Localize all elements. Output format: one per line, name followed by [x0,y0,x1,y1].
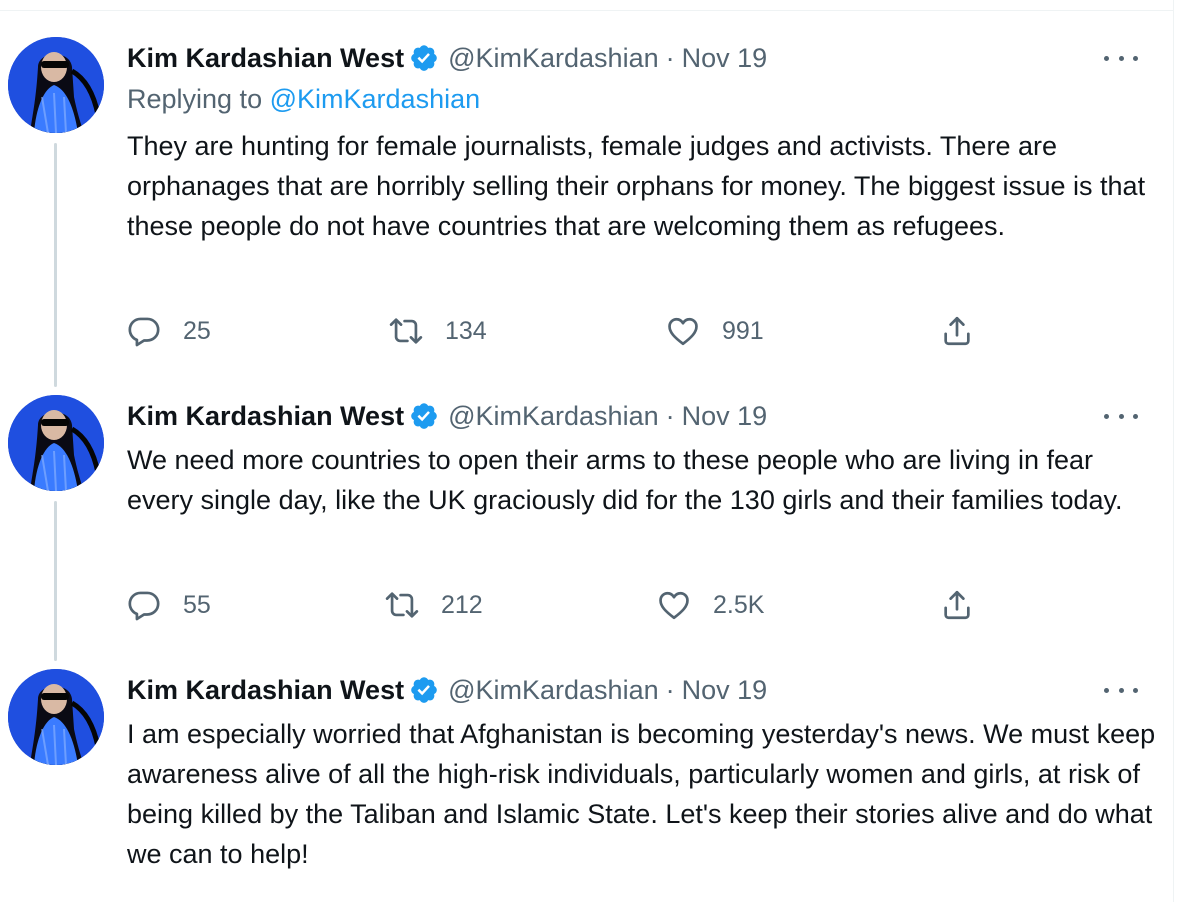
verified-badge-icon [411,45,437,71]
reply-icon [128,591,160,621]
like-count: 2.5K [713,590,765,619]
like-icon [668,317,698,346]
tweet[interactable]: Kim Kardashian West @KimKardashian · Nov… [0,0,1174,380]
more-options-icon[interactable] [1104,406,1138,426]
profile-avatar[interactable] [8,37,104,133]
retweet-count: 212 [441,590,483,619]
author-handle[interactable]: @KimKardashian [448,401,659,432]
verified-badge-icon [411,403,437,429]
tweet-actions: 55 212 2.5K [127,585,987,625]
share-icon [944,590,970,620]
reply-icon [128,317,160,347]
author-name[interactable]: Kim Kardashian West [127,401,404,432]
profile-avatar[interactable] [8,669,104,765]
author-handle[interactable]: @KimKardashian [448,675,659,706]
replying-to: Replying to @KimKardashian [127,84,480,115]
author-handle[interactable]: @KimKardashian [448,43,659,74]
like-icon [659,591,689,620]
tweet-header: Kim Kardashian West @KimKardashian · Nov… [127,672,767,708]
tweet-actions: 25 134 991 [127,311,987,351]
separator: · [665,674,675,705]
tweet-header: Kim Kardashian West @KimKardashian · Nov… [127,40,767,76]
avatar-image [8,395,104,491]
like-button[interactable]: 991 [666,311,764,351]
more-options-icon[interactable] [1104,48,1138,68]
like-button[interactable]: 2.5K [657,585,764,625]
tweet[interactable]: Kim Kardashian West @KimKardashian · Nov… [0,380,1174,650]
tweet-thread: Kim Kardashian West @KimKardashian · Nov… [0,0,1196,902]
share-button[interactable] [940,585,974,625]
retweet-count: 134 [445,316,487,345]
tweet-text: I am especially worried that Afghanistan… [127,719,1156,869]
retweet-icon [385,592,419,618]
tweet-header: Kim Kardashian West @KimKardashian · Nov… [127,398,767,434]
separator: · [665,400,675,431]
reply-button[interactable]: 55 [127,585,211,625]
tweet[interactable]: Kim Kardashian West @KimKardashian · Nov… [0,650,1174,902]
tweet-date[interactable]: Nov 19 [682,675,768,706]
retweet-button[interactable]: 134 [389,311,487,351]
reply-count: 55 [183,590,211,619]
mention-link[interactable]: @KimKardashian [270,84,481,114]
verified-badge-icon [411,677,437,703]
separator: · [665,42,675,73]
more-options-icon[interactable] [1104,680,1138,700]
author-name[interactable]: Kim Kardashian West [127,675,404,706]
replying-prefix: Replying to [127,84,263,114]
tweet-text: We need more countries to open their arm… [127,445,1123,515]
tweet-date[interactable]: Nov 19 [682,43,768,74]
avatar-image [8,669,104,765]
tweet-date[interactable]: Nov 19 [682,401,768,432]
share-icon [944,316,970,346]
tweet-text: They are hunting for female journalists,… [127,131,1146,241]
share-button[interactable] [940,311,974,351]
avatar-image [8,37,104,133]
reply-count: 25 [183,316,211,345]
retweet-button[interactable]: 212 [385,585,483,625]
reply-button[interactable]: 25 [127,311,211,351]
retweet-icon [389,318,423,344]
profile-avatar[interactable] [8,395,104,491]
author-name[interactable]: Kim Kardashian West [127,43,404,74]
like-count: 991 [722,316,764,345]
